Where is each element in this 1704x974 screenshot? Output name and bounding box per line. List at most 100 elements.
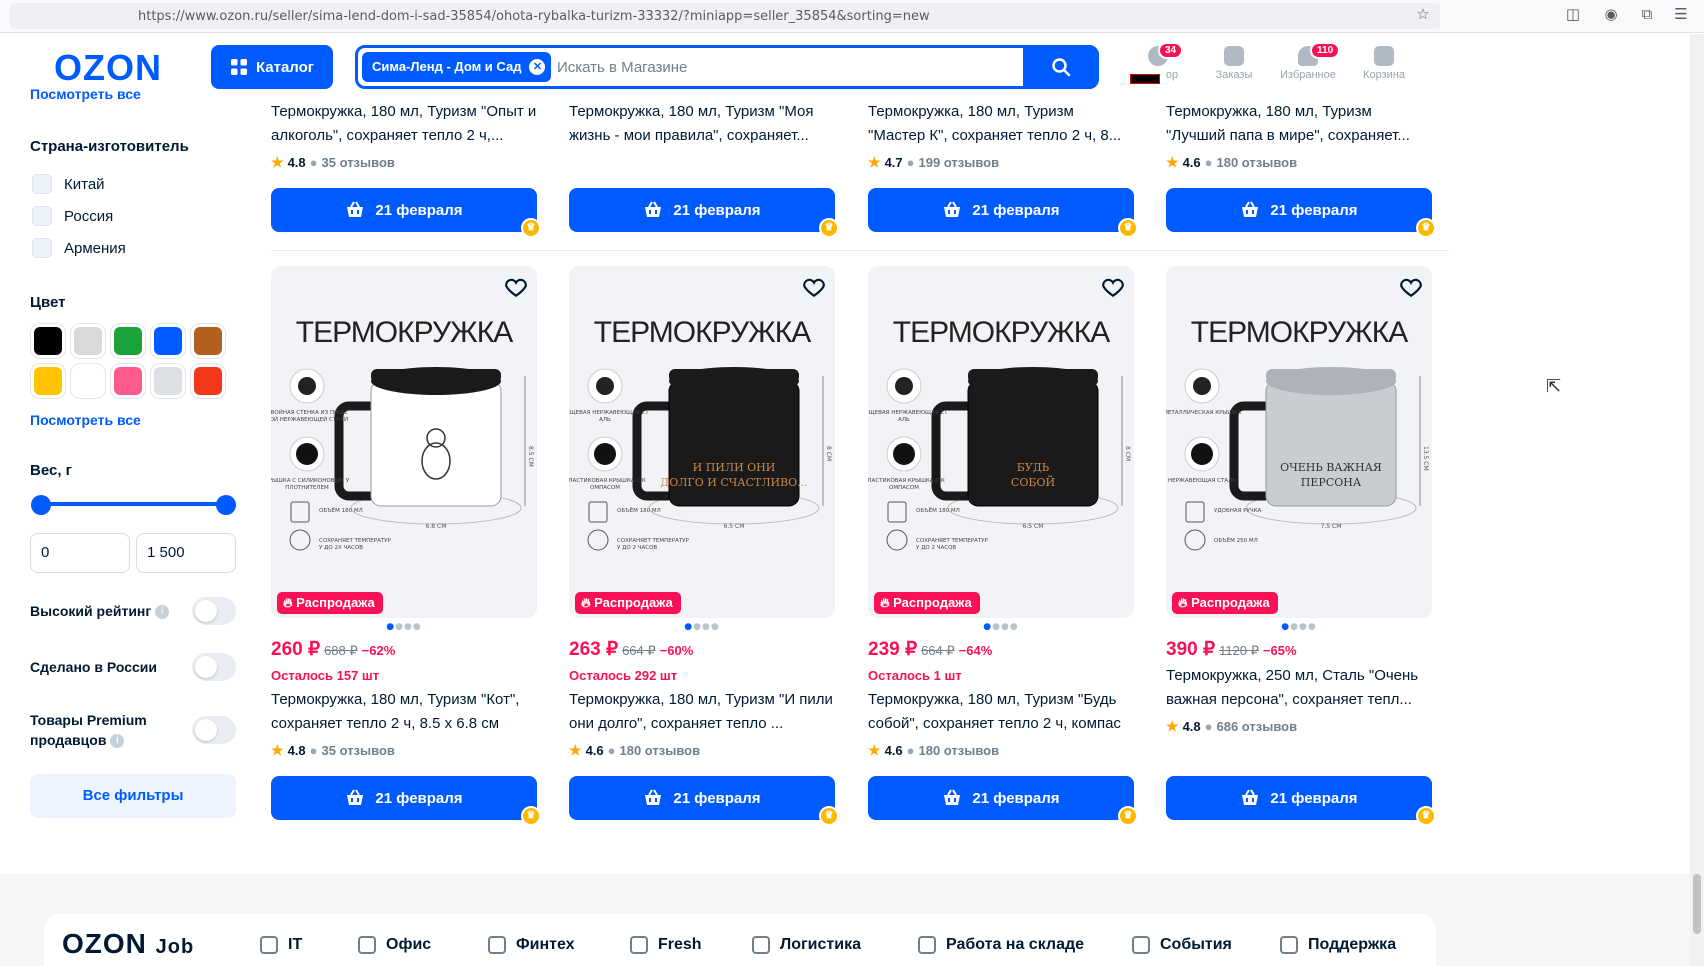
header-cart[interactable]: Корзина bbox=[1352, 46, 1416, 81]
account-icon[interactable]: ◉ bbox=[1602, 5, 1620, 23]
color-swatch[interactable] bbox=[34, 367, 62, 395]
bookmark-star-icon[interactable]: ☆ bbox=[1414, 5, 1432, 23]
delivery-cart-button[interactable]: 21 февраля ♛ bbox=[1166, 776, 1436, 826]
product-title[interactable]: Термокружка, 180 мл, Туризм "Будь собой"… bbox=[868, 688, 1134, 736]
product-image[interactable]: БУДЬ СОБОЙ 8 СМ 6.5 СМ ПИЩЕВАЯ НЕРЖАВЕЮЩАЯ С… bbox=[868, 266, 1134, 618]
pocket-icon[interactable]: ◫ bbox=[1564, 5, 1582, 23]
page-scrollbar[interactable] bbox=[1690, 34, 1704, 966]
address-bar[interactable]: https://www.ozon.ru/seller/sima-lend-dom… bbox=[10, 3, 1440, 29]
premium-switch[interactable] bbox=[192, 716, 236, 744]
sale-label: Распродажа bbox=[1191, 595, 1270, 610]
delivery-date: 21 февраля bbox=[673, 201, 761, 219]
product-title[interactable]: Термокружка, 180 мл, Туризм "Лучший папа… bbox=[1166, 100, 1432, 148]
delivery-cart-button[interactable]: 21 февраля ♛ bbox=[569, 776, 839, 826]
color-swatch[interactable] bbox=[74, 327, 102, 355]
country-option[interactable]: Армения bbox=[32, 232, 126, 264]
extensions-icon[interactable]: ⧉ bbox=[1638, 5, 1656, 23]
footer-nav-item[interactable]: Поддержка bbox=[1280, 936, 1396, 954]
all-filters-button[interactable]: Все фильтры bbox=[30, 774, 236, 818]
color-swatch[interactable] bbox=[154, 327, 182, 355]
product-title[interactable]: Термокружка, 250 мл, Сталь "Очень важная… bbox=[1166, 664, 1432, 712]
footer-nav-item[interactable]: Работа на складе bbox=[918, 936, 1084, 954]
color-swatch[interactable] bbox=[34, 327, 62, 355]
image-pager[interactable]: ●●●● bbox=[271, 622, 537, 632]
delivery-cart-button[interactable]: 21 февраля ♛ bbox=[1166, 188, 1436, 238]
color-swatch[interactable] bbox=[114, 327, 142, 355]
review-count[interactable]: 180 отзывов bbox=[919, 743, 1000, 758]
delivery-cart-button[interactable]: 21 февраля ♛ bbox=[569, 188, 839, 238]
info-icon[interactable]: i bbox=[155, 604, 170, 619]
footer-nav-item[interactable]: Логистика bbox=[752, 936, 861, 954]
favorite-heart-icon[interactable] bbox=[503, 274, 529, 300]
favorite-heart-icon[interactable] bbox=[1100, 274, 1126, 300]
checkbox[interactable] bbox=[32, 238, 52, 258]
favorite-heart-icon[interactable] bbox=[1398, 274, 1424, 300]
made-in-russia-switch[interactable] bbox=[192, 653, 236, 681]
country-option[interactable]: Россия bbox=[32, 200, 126, 232]
color-swatch[interactable] bbox=[194, 327, 222, 355]
review-count[interactable]: 180 отзывов bbox=[620, 743, 701, 758]
weight-max-input[interactable]: 1 500 bbox=[136, 533, 236, 573]
product-image[interactable]: ОЧЕНЬ ВАЖНАЯ ПЕРСОНА 13.5 СМ 7.5 СМ МЕТАЛЛИЧ… bbox=[1166, 266, 1432, 618]
high-rating-switch[interactable] bbox=[192, 597, 236, 625]
crown-icon: ♛ bbox=[1118, 218, 1138, 238]
ozon-job-logo[interactable]: OZON Job bbox=[62, 928, 194, 960]
image-pager[interactable]: ●●●● bbox=[868, 622, 1134, 632]
footer-nav-item[interactable]: События bbox=[1132, 936, 1232, 954]
see-all-colors-link[interactable]: Посмотреть все bbox=[30, 412, 141, 428]
product-title[interactable]: Термокружка, 180 мл, Туризм "Опыт и алко… bbox=[271, 100, 537, 148]
product-title[interactable]: Термокружка, 180 мл, Туризм "Моя жизнь -… bbox=[569, 100, 835, 148]
favorite-heart-icon[interactable] bbox=[801, 274, 827, 300]
delivery-cart-button[interactable]: 21 февраля ♛ bbox=[868, 776, 1138, 826]
review-count[interactable]: 35 отзывов bbox=[322, 155, 395, 170]
header-profile[interactable]: 34 ор bbox=[1126, 42, 1190, 84]
delivery-cart-button[interactable]: 21 февраля ♛ bbox=[271, 188, 541, 238]
footer-nav-item[interactable]: Fresh bbox=[630, 936, 702, 954]
image-pager[interactable]: ●●●● bbox=[569, 622, 835, 632]
info-icon[interactable]: i bbox=[110, 734, 125, 749]
delivery-cart-button[interactable]: 21 февраля ♛ bbox=[868, 188, 1138, 238]
footer-nav-item[interactable]: IT bbox=[260, 936, 302, 954]
color-swatch[interactable] bbox=[74, 367, 102, 395]
seller-filter-chip[interactable]: Сима-Ленд - Дом и Сад ✕ bbox=[362, 52, 552, 82]
see-all-link-top[interactable]: Посмотреть все bbox=[30, 86, 141, 102]
svg-text:СОБОЙ: СОБОЙ bbox=[1011, 475, 1055, 489]
chip-close-icon[interactable]: ✕ bbox=[529, 59, 546, 75]
footer-nav-item[interactable]: Офис bbox=[358, 936, 431, 954]
product-title[interactable]: Термокружка, 180 мл, Туризм "И пили они … bbox=[569, 688, 835, 736]
product-image[interactable]: 8.5 СМ 6.8 СМ ДВОЙНАЯ СТЕНКА ИЗ ПИЩЕ ВОЙ НЕ… bbox=[271, 266, 537, 618]
color-swatch[interactable] bbox=[154, 367, 182, 395]
checkbox[interactable] bbox=[32, 174, 52, 194]
star-icon: ★ bbox=[868, 154, 881, 170]
search-input[interactable] bbox=[557, 54, 977, 80]
country-option[interactable]: Китай bbox=[32, 168, 126, 200]
pallet-icon bbox=[918, 936, 936, 954]
weight-min-input[interactable]: 0 bbox=[30, 533, 130, 573]
url-text[interactable]: https://www.ozon.ru/seller/sima-lend-dom… bbox=[138, 9, 930, 24]
review-count[interactable]: 686 отзывов bbox=[1217, 719, 1298, 734]
weight-slider-max-handle[interactable] bbox=[216, 495, 236, 515]
catalog-button[interactable]: Каталог bbox=[211, 45, 333, 89]
review-count[interactable]: 180 отзывов bbox=[1217, 155, 1298, 170]
color-swatch[interactable] bbox=[114, 367, 142, 395]
ozon-logo[interactable]: OZON bbox=[54, 47, 162, 89]
product-title[interactable]: Термокружка, 180 мл, Туризм "Мастер К", … bbox=[868, 100, 1134, 148]
color-filter-title: Цвет bbox=[30, 294, 66, 311]
review-count[interactable]: 35 отзывов bbox=[322, 743, 395, 758]
delivery-cart-button[interactable]: 21 февраля ♛ bbox=[271, 776, 541, 826]
header-favorites[interactable]: 110 Избранное bbox=[1276, 42, 1341, 81]
review-count[interactable]: 199 отзывов bbox=[919, 155, 1000, 170]
footer-nav-item[interactable]: Финтех bbox=[488, 936, 575, 954]
weight-slider-min-handle[interactable] bbox=[31, 495, 51, 515]
menu-icon[interactable]: ☰ bbox=[1672, 5, 1690, 23]
product-image[interactable]: И ПИЛИ ОНИ ДОЛГО И СЧАСТЛИВО... 8 СМ 6.5 СМ… bbox=[569, 266, 835, 618]
sale-label: Распродажа bbox=[296, 595, 375, 610]
scroll-thumb[interactable] bbox=[1693, 874, 1701, 934]
product-title[interactable]: Термокружка, 180 мл, Туризм "Кот", сохра… bbox=[271, 688, 537, 736]
color-swatch[interactable] bbox=[194, 367, 222, 395]
search-button[interactable] bbox=[1023, 45, 1099, 89]
checkbox[interactable] bbox=[32, 206, 52, 226]
image-pager[interactable]: ●●●● bbox=[1166, 622, 1432, 632]
header-orders[interactable]: Заказы bbox=[1202, 46, 1266, 81]
basket-icon bbox=[347, 201, 364, 217]
